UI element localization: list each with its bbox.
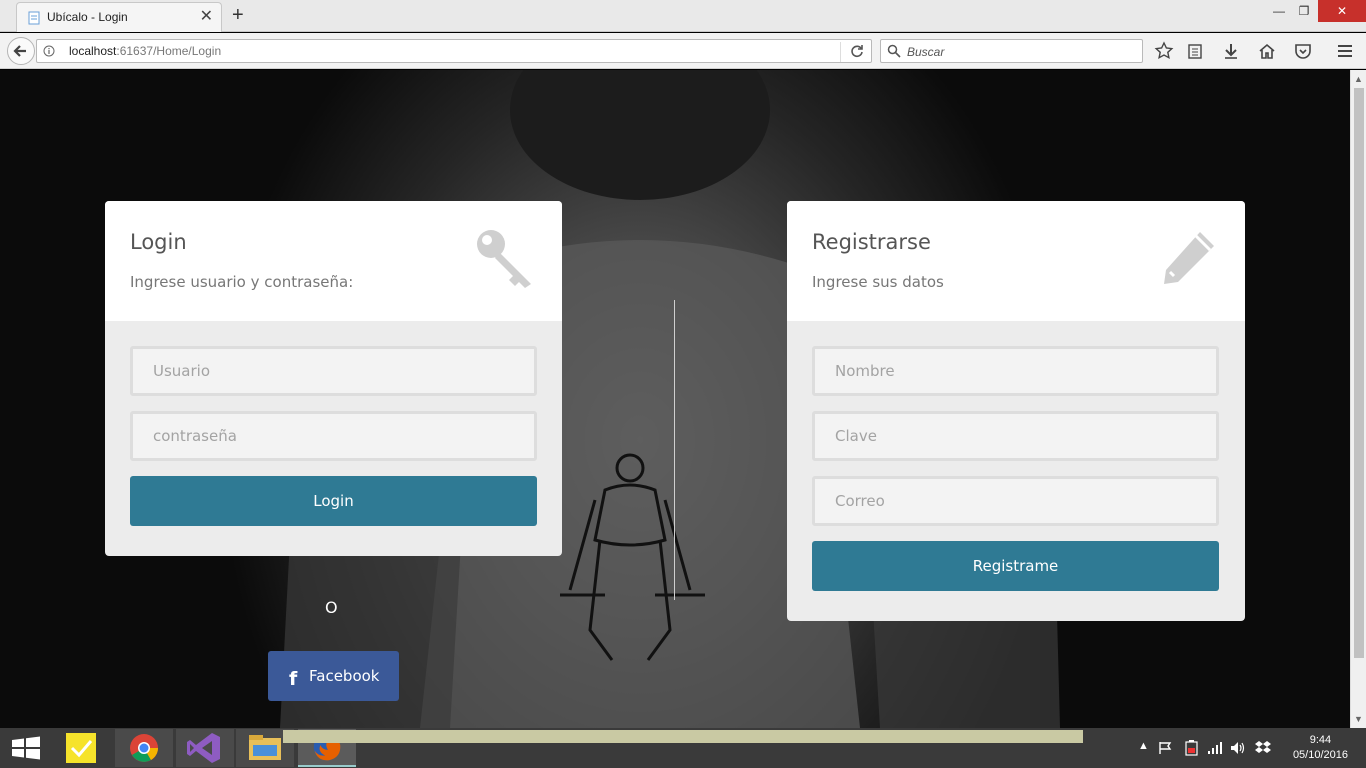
vertical-divider bbox=[674, 300, 675, 600]
scroll-up-icon[interactable]: ▲ bbox=[1354, 74, 1363, 84]
back-button[interactable] bbox=[7, 37, 35, 65]
name-field[interactable] bbox=[812, 346, 1219, 396]
key-icon bbox=[477, 230, 531, 288]
windows-taskbar: ▲ 9:44 05/10/2016 bbox=[0, 728, 1366, 768]
window-close-button[interactable]: ✕ bbox=[1318, 0, 1366, 22]
tray-expand-icon[interactable]: ▲ bbox=[1138, 740, 1149, 752]
volume-icon[interactable] bbox=[1230, 741, 1246, 755]
login-card-header: Login Ingrese usuario y contraseña: bbox=[105, 201, 562, 321]
tab-close-icon[interactable]: ✕ bbox=[200, 8, 213, 26]
new-tab-button[interactable]: + bbox=[232, 3, 244, 27]
clock-date: 05/10/2016 bbox=[1292, 749, 1348, 761]
register-password-field[interactable] bbox=[812, 411, 1219, 461]
password-input[interactable] bbox=[133, 414, 534, 458]
reload-icon[interactable] bbox=[849, 43, 865, 59]
download-icon[interactable] bbox=[1221, 41, 1241, 61]
register-card-header: Registrarse Ingrese sus datos bbox=[787, 201, 1245, 321]
facebook-label: Facebook bbox=[309, 667, 380, 685]
info-icon[interactable] bbox=[43, 45, 55, 57]
scroll-down-icon[interactable]: ▼ bbox=[1354, 714, 1363, 724]
register-button[interactable]: Registrame bbox=[812, 541, 1219, 591]
tab-title: Ubícalo - Login bbox=[47, 10, 128, 24]
page-background: Login Ingrese usuario y contraseña: Logi… bbox=[0, 70, 1350, 728]
or-separator: O bbox=[325, 598, 338, 617]
navigation-toolbar: localhost:61637/Home/Login Buscar bbox=[0, 33, 1366, 69]
email-input[interactable] bbox=[815, 479, 1216, 523]
scrollbar-thumb[interactable] bbox=[1354, 88, 1364, 658]
urlbar-separator bbox=[840, 42, 841, 62]
home-icon[interactable] bbox=[1257, 41, 1277, 61]
back-arrow-icon bbox=[13, 45, 26, 57]
action-center-flag-icon[interactable] bbox=[1158, 741, 1174, 755]
search-placeholder: Buscar bbox=[907, 45, 945, 59]
facebook-icon: f bbox=[289, 668, 298, 690]
dropbox-icon[interactable] bbox=[1255, 740, 1271, 756]
network-signal-icon[interactable] bbox=[1207, 741, 1223, 755]
visual-studio-icon[interactable] bbox=[176, 729, 234, 767]
search-icon bbox=[887, 44, 901, 58]
login-subtitle: Ingrese usuario y contraseña: bbox=[130, 273, 354, 291]
system-clock[interactable]: 9:44 05/10/2016 bbox=[1293, 733, 1348, 763]
chrome-icon[interactable] bbox=[115, 729, 173, 767]
login-card: Login Ingrese usuario y contraseña: Logi… bbox=[105, 201, 562, 556]
sticky-notes-icon[interactable] bbox=[56, 729, 114, 767]
register-card: Registrarse Ingrese sus datos Registrame bbox=[787, 201, 1245, 621]
maximize-button[interactable]: ❐ bbox=[1289, 0, 1319, 22]
clock-time: 9:44 bbox=[1309, 734, 1332, 746]
page-scrollbar[interactable]: ▲ ▼ bbox=[1350, 70, 1366, 728]
page-icon bbox=[28, 11, 40, 25]
username-field[interactable] bbox=[130, 346, 537, 396]
register-title: Registrarse bbox=[812, 230, 931, 254]
email-field[interactable] bbox=[812, 476, 1219, 526]
pocket-icon[interactable] bbox=[1293, 41, 1313, 61]
username-input[interactable] bbox=[133, 349, 534, 393]
windows-start-icon[interactable] bbox=[0, 729, 58, 767]
reading-list-icon[interactable] bbox=[1185, 41, 1205, 61]
taskbar-progress-strip bbox=[283, 730, 1083, 743]
url-host: localhost bbox=[69, 44, 117, 58]
facebook-login-button[interactable]: f Facebook bbox=[268, 651, 399, 701]
register-password-input[interactable] bbox=[815, 414, 1216, 458]
pencil-icon bbox=[1164, 232, 1214, 284]
url-path: :61637/Home/Login bbox=[116, 44, 222, 58]
menu-icon[interactable] bbox=[1335, 41, 1355, 61]
register-subtitle: Ingrese sus datos bbox=[812, 273, 944, 291]
login-title: Login bbox=[130, 230, 187, 254]
tab-bar: Ubícalo - Login ✕ + — ❐ ✕ bbox=[0, 0, 1366, 32]
bookmark-star-icon[interactable] bbox=[1154, 41, 1174, 61]
name-input[interactable] bbox=[815, 349, 1216, 393]
search-input[interactable]: Buscar bbox=[880, 39, 1143, 63]
password-field[interactable] bbox=[130, 411, 537, 461]
address-bar[interactable]: localhost:61637/Home/Login bbox=[36, 39, 872, 63]
battery-icon[interactable] bbox=[1183, 740, 1201, 756]
url-text[interactable]: localhost:61637/Home/Login bbox=[69, 44, 221, 58]
login-button[interactable]: Login bbox=[130, 476, 537, 526]
browser-tab[interactable]: Ubícalo - Login ✕ bbox=[16, 2, 222, 32]
